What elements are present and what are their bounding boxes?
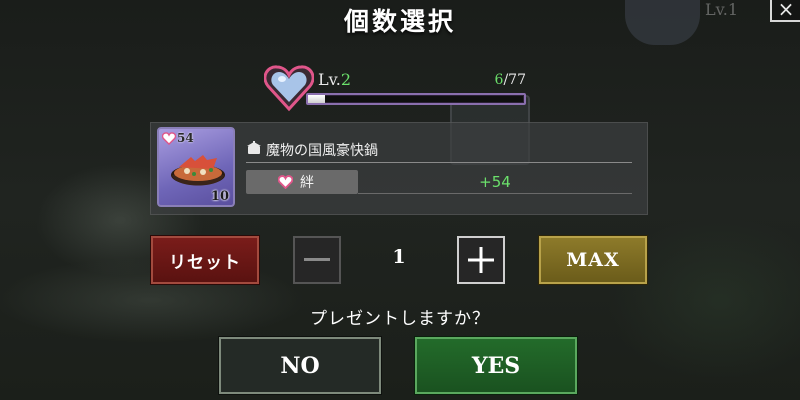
level-prefix: Lv. [318,70,341,89]
heart-icon [278,175,293,189]
hot-pot-food-icon [171,155,225,186]
level-label: Lv.2 [318,70,351,89]
increment-button[interactable] [457,236,505,284]
plus-icon [468,247,494,273]
item-divider [246,162,632,163]
dialog-title: 個数選択 [343,7,456,36]
level-value: 2 [340,70,352,89]
no-button[interactable]: NO [218,336,382,395]
heart-icon [162,132,176,145]
bond-row-divider [358,193,632,194]
item-thumbnail: 54 10 [157,127,235,207]
item-points: 54 [177,131,194,145]
pot-icon [247,141,261,154]
reset-button[interactable]: リセット [150,235,260,285]
progress-max: /77 [503,72,526,88]
level-progress-bar [306,93,526,105]
progress-text: 6/77 [460,72,526,88]
bond-value: +54 [479,173,511,191]
decrement-button[interactable] [293,236,341,284]
yes-button[interactable]: YES [414,336,578,395]
item-owned-count: 10 [210,189,229,204]
max-button[interactable]: MAX [538,235,648,285]
level-progress-fill [308,95,326,103]
minus-icon [304,258,330,261]
quantity-value: 1 [392,246,406,268]
bond-label: 絆 [300,175,314,191]
confirm-question: プレゼントしますか？ [310,309,490,329]
item-name: 魔物の国風豪快鍋 [266,143,378,159]
